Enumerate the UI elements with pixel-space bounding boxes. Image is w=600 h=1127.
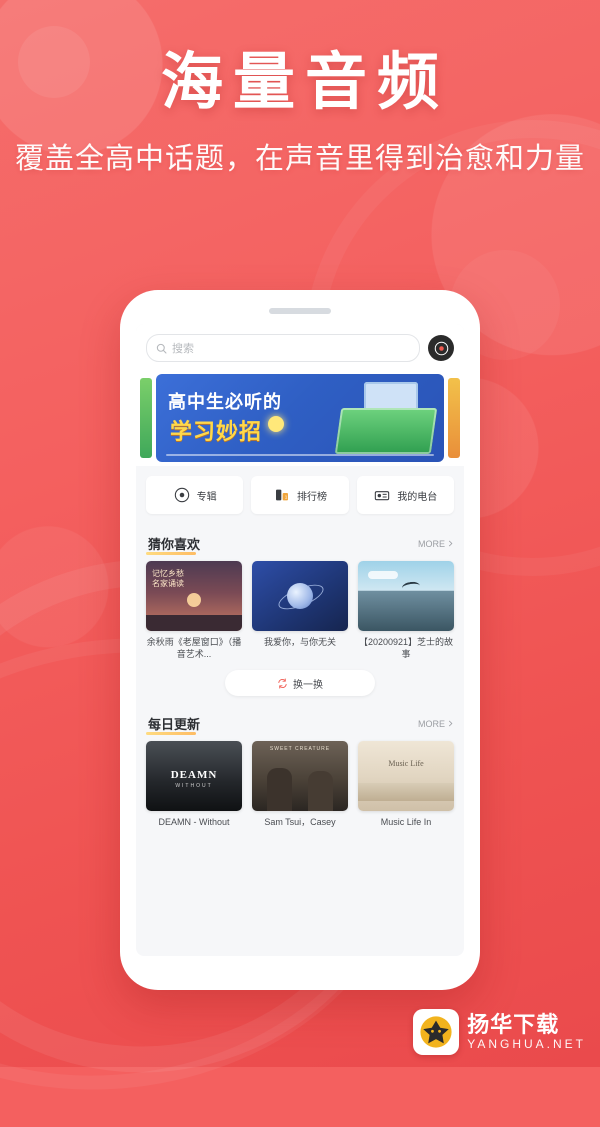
search-input[interactable]: 搜索 xyxy=(146,334,420,362)
list-item[interactable]: Music Life Music Life In xyxy=(358,741,454,828)
card-art-bird xyxy=(401,580,421,594)
svg-text:1: 1 xyxy=(285,494,288,499)
card-caption: Sam Tsui，Casey xyxy=(264,817,336,828)
lion-logo-icon xyxy=(413,1009,460,1055)
card-art-figure-right xyxy=(307,770,333,812)
card-art-ground xyxy=(146,615,242,631)
watermark-subtitle: YANGHUA.NET xyxy=(467,1036,586,1051)
card-caption: DEAMN - Without xyxy=(158,817,230,828)
chevron-right-icon xyxy=(448,720,453,727)
list-item[interactable]: SWEET CREATURE Sam Tsui，Casey xyxy=(252,741,348,828)
refresh-button[interactable]: 换一换 xyxy=(225,670,375,697)
quick-entry-row: 专辑 1 排行榜 我的电台 xyxy=(136,466,464,524)
section-recommend-header: 猜你喜欢 MORE xyxy=(146,528,454,561)
phone-mockup: 搜索 高中生必听的 学习妙招 专辑 1 排行榜 我的电台 猜你喜欢 MORE 记… xyxy=(120,290,480,990)
quick-entry-rank-label: 排行榜 xyxy=(296,491,327,503)
card-art-title: DEAMN xyxy=(170,769,218,782)
search-placeholder: 搜索 xyxy=(172,343,194,355)
record-button[interactable] xyxy=(428,335,454,361)
card-art-figure-left xyxy=(267,767,293,812)
card-art-title: SWEET CREATURE xyxy=(269,746,331,753)
quick-entry-album-label: 专辑 xyxy=(196,491,217,503)
card-caption: Music Life In xyxy=(380,817,432,828)
card-art-cloud xyxy=(368,571,398,579)
refresh-row: 换一换 xyxy=(146,660,454,699)
quick-entry-radio[interactable]: 我的电台 xyxy=(356,476,454,514)
daily-card-list: DEAMN WITHOUT DEAMN - Without SWEET CREA… xyxy=(146,741,454,828)
card-art-subtitle: WITHOUT xyxy=(175,783,213,790)
section-recommend-title: 猜你喜欢 xyxy=(146,534,200,555)
banner-book-art xyxy=(334,408,438,454)
app-screen: 搜索 高中生必听的 学习妙招 专辑 1 排行榜 我的电台 猜你喜欢 MORE 记… xyxy=(136,324,464,956)
card-thumbnail[interactable]: 记忆乡愁 名家诵读 xyxy=(146,561,242,631)
banner-next-peek[interactable] xyxy=(448,378,460,458)
banner-slide[interactable]: 高中生必听的 学习妙招 xyxy=(156,374,444,462)
list-item[interactable]: 【20200921】芝士的故事 xyxy=(358,561,454,660)
card-caption: 我爱你，与你无关 xyxy=(263,637,336,647)
card-thumbnail[interactable]: SWEET CREATURE xyxy=(252,741,348,812)
banner-underline xyxy=(166,454,434,456)
section-daily-more[interactable]: MORE xyxy=(418,719,454,729)
search-row: 搜索 xyxy=(136,324,464,370)
banner-line1: 高中生必听的 xyxy=(168,392,282,412)
phone-speaker xyxy=(269,308,331,314)
section-daily-more-label: MORE xyxy=(418,718,445,729)
list-item[interactable]: DEAMN WITHOUT DEAMN - Without xyxy=(146,741,242,828)
card-art-title: Music Life xyxy=(388,759,424,769)
quick-entry-radio-label: 我的电台 xyxy=(397,491,438,503)
card-thumbnail[interactable]: DEAMN WITHOUT xyxy=(146,741,242,812)
page-subtitle: 覆盖全高中话题，在声音里得到治愈和力量 xyxy=(14,143,585,176)
record-icon xyxy=(434,341,448,355)
card-thumbnail[interactable] xyxy=(358,561,454,631)
list-item[interactable]: 我爱你，与你无关 xyxy=(252,561,348,660)
hero-header: 海量音频 覆盖全高中话题，在声音里得到治愈和力量 xyxy=(0,48,600,182)
card-art-text: 记忆乡愁 名家诵读 xyxy=(152,569,184,589)
section-daily-title: 每日更新 xyxy=(146,714,200,736)
section-recommend-more-label: MORE xyxy=(418,538,445,549)
watermark-text: 扬华下载 YANGHUA.NET xyxy=(467,1012,586,1051)
rank-icon: 1 xyxy=(273,486,291,504)
watermark-title: 扬华下载 xyxy=(467,1012,560,1038)
recommend-card-list: 记忆乡愁 名家诵读 余秋雨《老屋窗口》（播音艺术... 我爱你，与你无关 【20… xyxy=(146,561,454,660)
quick-entry-rank[interactable]: 1 排行榜 xyxy=(251,476,349,514)
section-recommend-more[interactable]: MORE xyxy=(418,539,454,549)
banner-carousel[interactable]: 高中生必听的 学习妙招 xyxy=(136,370,464,466)
card-art-planet xyxy=(287,583,313,609)
radio-icon xyxy=(373,486,391,504)
chevron-right-icon xyxy=(448,540,453,547)
card-caption: 余秋雨《老屋窗口》（播音艺术... xyxy=(146,637,242,660)
card-caption: 【20200921】芝士的故事 xyxy=(358,637,454,660)
album-icon xyxy=(173,486,191,504)
refresh-button-label: 换一换 xyxy=(293,679,323,691)
card-thumbnail[interactable] xyxy=(252,561,348,631)
search-icon xyxy=(156,343,167,354)
section-recommend: 猜你喜欢 MORE 记忆乡愁 名家诵读 余秋雨《老屋窗口》（播音艺术... 我爱… xyxy=(136,524,464,699)
page-title: 海量音频 xyxy=(160,49,449,117)
banner-prev-peek[interactable] xyxy=(140,378,152,458)
section-daily-header: 每日更新 MORE xyxy=(146,708,454,741)
section-daily: 每日更新 MORE DEAMN WITHOUT DEAMN - Without xyxy=(136,698,464,829)
banner-line2: 学习妙招 xyxy=(170,419,263,444)
list-item[interactable]: 记忆乡愁 名家诵读 余秋雨《老屋窗口》（播音艺术... xyxy=(146,561,242,660)
quick-entry-album[interactable]: 专辑 xyxy=(146,476,244,514)
card-art-sun xyxy=(187,593,201,608)
card-thumbnail[interactable]: Music Life xyxy=(358,741,454,812)
banner-bulb-art xyxy=(268,416,284,432)
card-art-water xyxy=(358,783,454,802)
refresh-icon xyxy=(278,678,287,689)
watermark: 扬华下载 YANGHUA.NET xyxy=(413,1009,586,1055)
